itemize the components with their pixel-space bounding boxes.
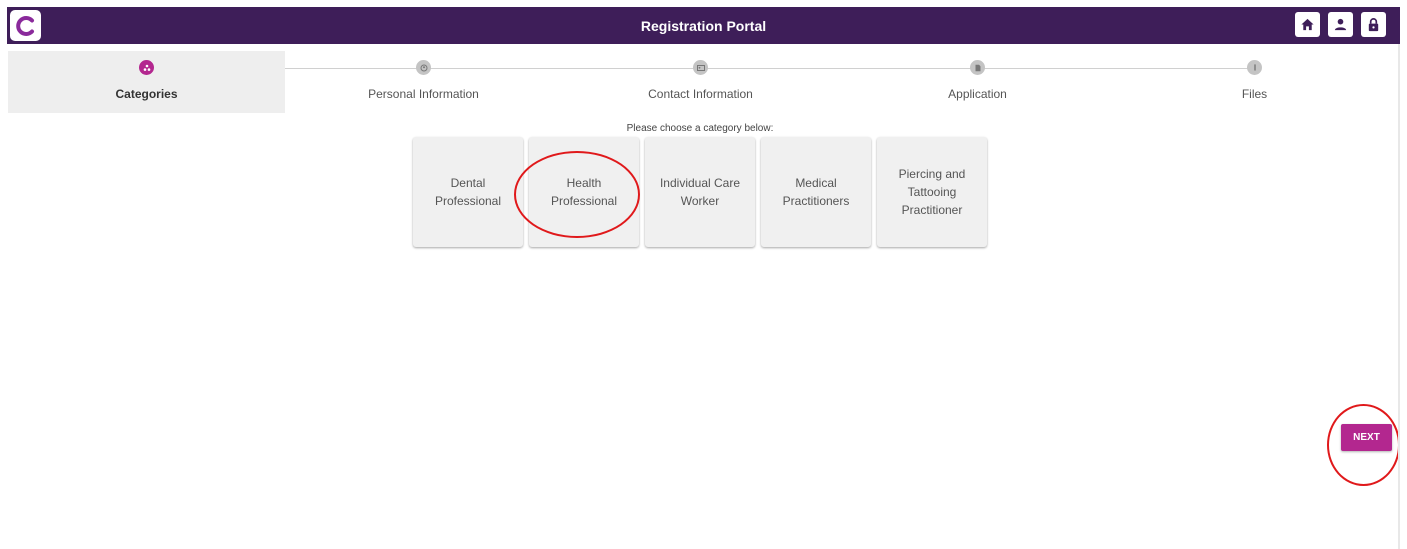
c-logo-icon[interactable]: [10, 10, 41, 41]
app-header: Registration Portal: [7, 7, 1400, 44]
document-icon: [970, 60, 985, 75]
lock-icon[interactable]: [1361, 12, 1386, 37]
contact-card-icon: [693, 60, 708, 75]
step-label: Files: [1241, 87, 1268, 101]
categories-icon: [139, 60, 154, 75]
category-individual-care-worker[interactable]: Individual Care Worker: [645, 137, 755, 247]
step-label: Categories: [115, 87, 178, 101]
category-piercing-tattooing-practitioner[interactable]: Piercing and Tattooing Practitioner: [877, 137, 987, 247]
page-title: Registration Portal: [640, 17, 767, 34]
step-contact-information[interactable]: Contact Information: [562, 51, 839, 113]
category-dental-professional[interactable]: Dental Professional: [413, 137, 523, 247]
category-medical-practitioners[interactable]: Medical Practitioners: [761, 137, 871, 247]
step-personal-information[interactable]: Personal Information: [285, 51, 562, 113]
step-label: Application: [948, 87, 1007, 101]
step-categories[interactable]: Categories: [8, 51, 285, 113]
scrollbar-track: [1398, 44, 1400, 549]
person-icon: [416, 60, 431, 75]
step-label: Contact Information: [648, 87, 753, 101]
stepper: Categories Personal Information Contact …: [8, 51, 1393, 113]
next-button[interactable]: NEXT: [1341, 424, 1392, 451]
step-label: Personal Information: [368, 87, 479, 101]
attachment-icon: [1247, 60, 1262, 75]
home-icon[interactable]: [1295, 12, 1320, 37]
user-icon[interactable]: [1328, 12, 1353, 37]
step-application[interactable]: Application: [839, 51, 1116, 113]
step-files[interactable]: Files: [1116, 51, 1393, 113]
category-prompt: Please choose a category below:: [626, 123, 774, 134]
category-health-professional[interactable]: Health Professional: [529, 137, 639, 247]
